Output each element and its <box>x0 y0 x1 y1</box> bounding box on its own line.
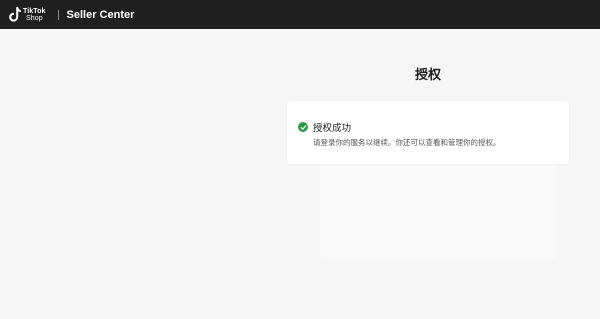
status-card-header: 授权成功 <box>298 120 351 134</box>
tiktok-shop-logo[interactable]: TikTok Shop <box>9 0 46 29</box>
status-card-description: 请登录你的服务以继续。你还可以查看和管理你的授权。 <box>313 138 501 147</box>
page: TikTok Shop Seller Center 授权 授权成功 请登录你的服… <box>0 0 600 319</box>
page-title: 授权 <box>414 67 441 82</box>
tiktok-logo-icon <box>9 7 21 22</box>
logo-wordmark: TikTok Shop <box>23 8 46 22</box>
product-name: Seller Center <box>66 8 135 21</box>
logo-line-2: Shop <box>26 14 43 22</box>
authorization-status-card: 授权成功 请登录你的服务以继续。你还可以查看和管理你的授权。 <box>287 101 569 164</box>
content-panel-background <box>320 150 556 260</box>
header-divider <box>57 9 59 20</box>
check-circle-icon <box>298 122 308 132</box>
top-header: TikTok Shop Seller Center <box>0 0 600 29</box>
logo-line-1: TikTok <box>23 7 46 15</box>
status-card-title: 授权成功 <box>313 123 352 134</box>
